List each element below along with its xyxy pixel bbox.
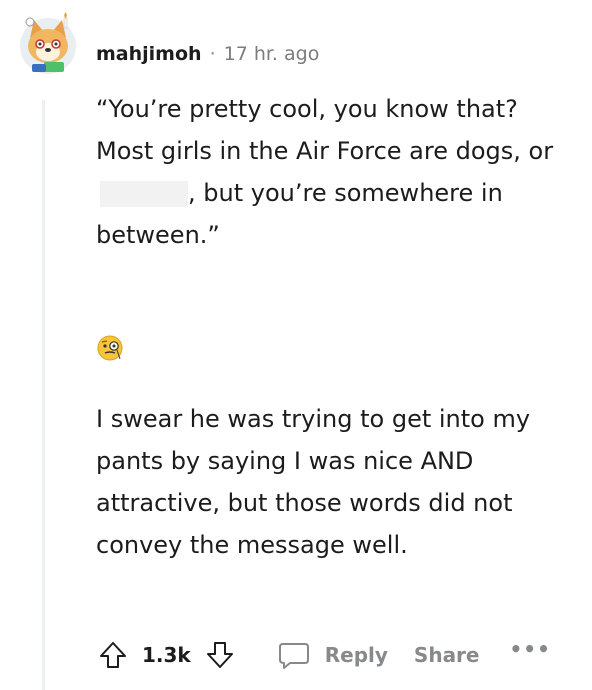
upvote-button[interactable] (96, 638, 130, 672)
redacted-block (100, 181, 188, 207)
quote-comma: , (188, 179, 196, 207)
comment-paragraph: “You’re pretty cool, you know that? Most… (96, 88, 566, 256)
upvote-arrow-icon (100, 642, 126, 668)
thread-line (42, 100, 45, 690)
comment-paragraph-2: I swear he was trying to get into my pan… (96, 405, 531, 559)
timestamp[interactable]: 17 hr. ago (224, 43, 320, 65)
quote-text-start: “You’re pretty cool, you know that? Most… (96, 95, 554, 165)
downvote-arrow-icon (206, 642, 233, 668)
reply-button[interactable]: Reply (277, 638, 388, 672)
separator-dot: · (209, 43, 216, 65)
monocle-face-emoji-icon (95, 333, 125, 363)
username[interactable]: mahjimoh (96, 43, 202, 65)
more-options-button[interactable]: ••• (510, 637, 551, 661)
user-avatar[interactable] (18, 8, 78, 78)
vote-count: 1.3k (142, 643, 191, 667)
reply-label: Reply (324, 643, 388, 667)
comment-body: “You’re pretty cool, you know that? Most… (96, 88, 566, 256)
shiba-avatar-icon (20, 12, 76, 74)
speech-bubble-icon (278, 643, 309, 669)
comment-actions: 1.3k Reply Share ••• (96, 633, 551, 677)
comment-header: mahjimoh · 17 hr. ago (96, 38, 319, 70)
downvote-button[interactable] (203, 638, 237, 672)
share-button[interactable]: Share (414, 643, 480, 667)
